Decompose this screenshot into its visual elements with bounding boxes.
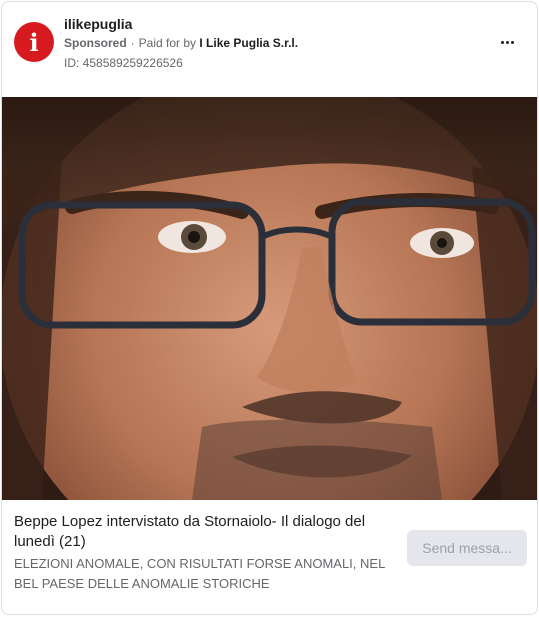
ad-card: i ilikepuglia Sponsored · Paid for by I Li… [1, 1, 538, 615]
dot-2 [505, 40, 509, 44]
dot-1 [500, 40, 504, 44]
ad-header: i ilikepuglia Sponsored · Paid for by I Li… [2, 2, 537, 98]
paid-for-prefix: Paid for by [138, 36, 197, 50]
sponsorship-line: Sponsored · Paid for by I Like Puglia S.r.… [64, 36, 298, 50]
send-message-button[interactable]: Send messa... [407, 530, 527, 566]
ad-footer: Beppe Lopez intervistato da Stornaiolo- … [2, 500, 537, 614]
ad-id: ID: 458589259226526 [64, 56, 183, 70]
dot-3 [510, 40, 514, 44]
separator-dot: · [130, 36, 135, 50]
portrait-illustration [2, 97, 537, 500]
page-name[interactable]: ilikepuglia [64, 16, 132, 32]
payer-name: I Like Puglia S.r.l. [199, 36, 299, 50]
more-options-icon[interactable] [495, 32, 519, 52]
page-avatar[interactable]: i [14, 22, 54, 62]
link-headline[interactable]: Beppe Lopez intervistato da Stornaiolo- … [14, 512, 394, 552]
avatar-letter: i [29, 27, 39, 57]
link-description: ELEZIONI ANOMALE, CON RISULTATI FORSE AN… [14, 556, 385, 591]
ad-image[interactable] [2, 97, 537, 500]
sponsored-label: Sponsored [64, 36, 127, 50]
